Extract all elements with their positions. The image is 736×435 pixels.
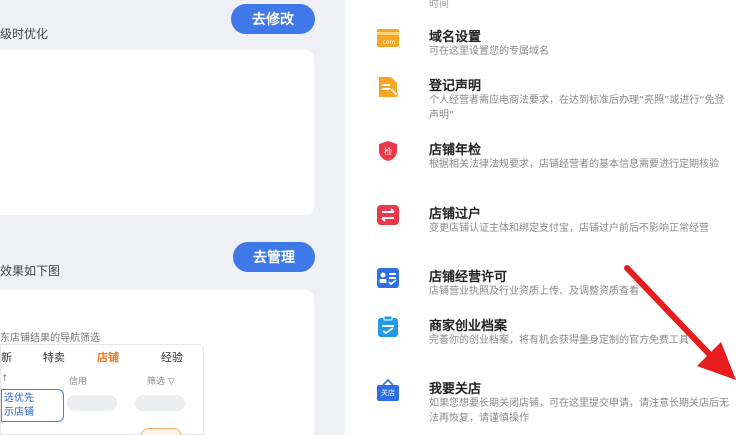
setting-desc: 个人经营者需应电商法要求，在达到标准后办理“亮照”或进行“免登声明” <box>429 95 725 121</box>
archive-icon <box>377 316 399 338</box>
nav-sub-credit[interactable]: 信用 <box>69 374 87 387</box>
setting-title: 店铺年检 <box>429 143 482 158</box>
setting-desc: 可在这里设置您的专属域名 <box>429 46 549 57</box>
setting-item-registration[interactable]: 登记声明 个人经营者需应电商法要求，在达到标准后办理“亮照”或进行“免登声明” <box>345 75 736 127</box>
left-panel: 去修改 级时优化 去管理 效果如下图 东店铺结果的导航筛选 新 特卖 店铺 经验… <box>0 0 345 435</box>
setting-title: 店铺经营许可 <box>429 270 508 285</box>
placeholder-bar <box>135 395 185 411</box>
nav-tab-shop[interactable]: 店铺 <box>97 349 119 365</box>
setting-desc: 如果您想要长期关闭店铺，可在这里提交申请，请注意长期关店后无法再恢复，请谨慎操作 <box>429 398 729 424</box>
setting-title: 店铺过户 <box>429 207 482 222</box>
nav-preview: 新 特卖 店铺 经验 ↑ 信用 筛选 ▽ 选优先 示店铺 <box>0 344 204 435</box>
section-title-optimization: 级时优化 <box>0 27 49 41</box>
mini-orange-button <box>141 428 181 435</box>
shield-inspection-icon: 检 <box>377 140 399 162</box>
time-text: 时间 <box>429 0 449 10</box>
nav-tab-new[interactable]: 新 <box>1 349 12 365</box>
close-shop-icon-label: 关店 <box>381 389 395 397</box>
nav-sub-filter[interactable]: 筛选 ▽ <box>147 374 175 387</box>
license-icon <box>377 267 399 289</box>
red-arrow-annotation <box>624 265 736 380</box>
edit-button[interactable]: 去修改 <box>231 4 315 34</box>
setting-item-annual-inspection[interactable]: 检 店铺年检 根据相关法律法规要求，店铺经营者的基本信息需要进行定期核验 <box>345 139 736 191</box>
close-shop-icon: 关店 <box>377 379 399 401</box>
placeholder-bar <box>67 395 117 411</box>
setting-title: 商家创业档案 <box>429 319 508 334</box>
setting-desc: 根据相关法律法规要求，店铺经营者的基本信息需要进行定期核验 <box>429 159 719 170</box>
manage-button[interactable]: 去管理 <box>233 242 315 272</box>
setting-title: 域名设置 <box>429 30 482 45</box>
nav-tab-experience[interactable]: 经验 <box>161 349 183 365</box>
priority-tooltip: 选优先 示店铺 <box>1 389 64 422</box>
nav-hint-text: 东店铺结果的导航筛选 <box>0 333 100 344</box>
section-title-effect: 效果如下图 <box>0 264 61 278</box>
tooltip-line: 选优先 <box>4 393 34 404</box>
domain-com-icon: .com <box>377 27 399 49</box>
svg-text:.com: .com <box>381 39 396 46</box>
nav-tab-sale[interactable]: 特卖 <box>43 349 65 365</box>
tooltip-line: 示店铺 <box>4 407 34 418</box>
svg-text:检: 检 <box>384 146 392 156</box>
setting-desc: 变更店铺认证主体和绑定支付宝，店铺过户前后不影响正常经营 <box>429 223 709 234</box>
setting-item-domain[interactable]: .com 域名设置 可在这里设置您的专属域名 <box>345 26 736 78</box>
setting-item-close-shop[interactable]: 关店 我要关店 如果您想要长期关闭店铺，可在这里提交申请，请注意长期关店后无法再… <box>345 378 736 430</box>
preview-card-top <box>0 50 314 215</box>
setting-item-transfer[interactable]: 店铺过户 变更店铺认证主体和绑定支付宝，店铺过户前后不影响正常经营 <box>345 203 736 255</box>
setting-title: 我要关店 <box>429 382 482 397</box>
nav-sub-sort[interactable]: ↑ <box>1 374 9 384</box>
setting-title: 登记声明 <box>429 79 482 94</box>
document-edit-icon <box>377 76 399 98</box>
transfer-icon <box>377 204 399 226</box>
